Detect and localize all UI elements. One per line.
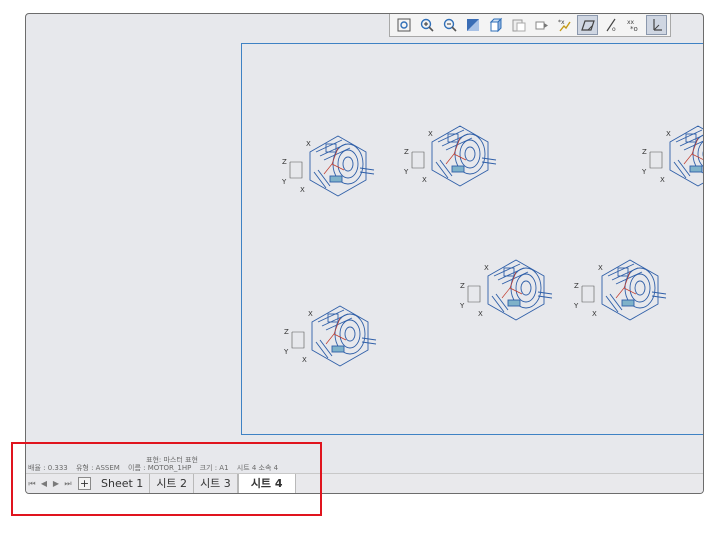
shade-icon — [466, 18, 479, 31]
datum-axis-button[interactable]: o — [600, 15, 621, 35]
svg-text:X: X — [428, 130, 433, 138]
model-view-5[interactable]: Z Y X X — [572, 246, 676, 332]
datum-axis-icon: o — [606, 18, 616, 33]
sketch-plane-icon — [580, 19, 595, 31]
view-toolbar: *x o xx *o — [389, 14, 671, 37]
svg-text:X: X — [592, 310, 597, 318]
svg-text:X: X — [484, 264, 489, 272]
svg-text:X: X — [306, 140, 311, 148]
csys-display-button[interactable] — [646, 14, 667, 35]
svg-text:X: X — [478, 310, 483, 318]
motor-model-icon: Z Y X X — [281, 135, 375, 197]
svg-text:Z: Z — [284, 328, 289, 336]
motor-model-icon: Z Y X X — [573, 259, 667, 321]
svg-text:X: X — [666, 130, 671, 138]
svg-text:Z: Z — [282, 158, 287, 166]
datum-coords-icon: *x — [558, 19, 571, 31]
view-3d-button[interactable] — [485, 15, 506, 35]
zoom-fit-icon — [397, 18, 410, 31]
svg-text:X: X — [300, 186, 305, 194]
zoom-out-button[interactable] — [439, 15, 460, 35]
svg-text:o: o — [612, 26, 616, 33]
motor-model-icon: Z Y X X — [283, 305, 377, 367]
motor-model-icon: Z Y X X — [641, 125, 703, 187]
svg-text:Y: Y — [403, 168, 409, 176]
point-display-button[interactable]: xx *o — [623, 15, 644, 35]
point-display-icon: xx*o — [627, 19, 638, 33]
view-3d-icon — [489, 17, 502, 32]
shade-button[interactable] — [462, 15, 483, 35]
svg-text:Z: Z — [460, 282, 465, 290]
svg-text:Y: Y — [283, 348, 289, 356]
svg-text:X: X — [422, 176, 427, 184]
svg-text:X: X — [302, 356, 307, 364]
zoom-fit-button[interactable] — [393, 15, 414, 35]
svg-text:X: X — [598, 264, 603, 272]
model-view-2[interactable]: Z Y X X — [402, 112, 506, 198]
svg-text:X: X — [660, 176, 665, 184]
svg-text:Z: Z — [404, 148, 409, 156]
zoom-out-icon — [443, 18, 457, 32]
svg-text:*x: *x — [558, 19, 565, 26]
drawing-sheet-frame: Z Y X X Z Y X X Z Y X X Z Y X X Z Y X X Z Y X X — [241, 43, 703, 435]
paste-icon — [512, 19, 525, 31]
highlight-box — [11, 442, 322, 516]
svg-text:Y: Y — [459, 302, 465, 310]
svg-text:Z: Z — [574, 282, 579, 290]
zoom-in-button[interactable] — [416, 15, 437, 35]
paste-button[interactable] — [508, 15, 529, 35]
model-view-3[interactable]: Z Y X X — [640, 112, 703, 198]
datum-coords-button[interactable]: *x — [554, 15, 575, 35]
drawing-window: *x o xx *o Z Y X X Z Y X X Z Y X X Z Y X X Z Y X X Z Y X X … — [25, 13, 704, 494]
model-view-1[interactable]: Z Y X X — [280, 122, 384, 208]
sketch-plane-button[interactable] — [577, 14, 598, 35]
svg-text:Y: Y — [573, 302, 579, 310]
svg-text:Y: Y — [641, 168, 647, 176]
motor-model-icon: Z Y X X — [459, 259, 553, 321]
csys-display-icon — [652, 18, 662, 31]
model-view-4[interactable]: Z Y X X — [458, 246, 562, 332]
model-view-6[interactable]: Z Y X X — [282, 292, 386, 378]
svg-text:X: X — [308, 310, 313, 318]
svg-text:*o: *o — [630, 25, 638, 33]
svg-text:Z: Z — [642, 148, 647, 156]
zoom-in-icon — [420, 18, 434, 32]
section-button[interactable] — [531, 15, 552, 35]
motor-model-icon: Z Y X X — [403, 125, 497, 187]
svg-text:Y: Y — [281, 178, 287, 186]
section-icon — [535, 21, 548, 29]
